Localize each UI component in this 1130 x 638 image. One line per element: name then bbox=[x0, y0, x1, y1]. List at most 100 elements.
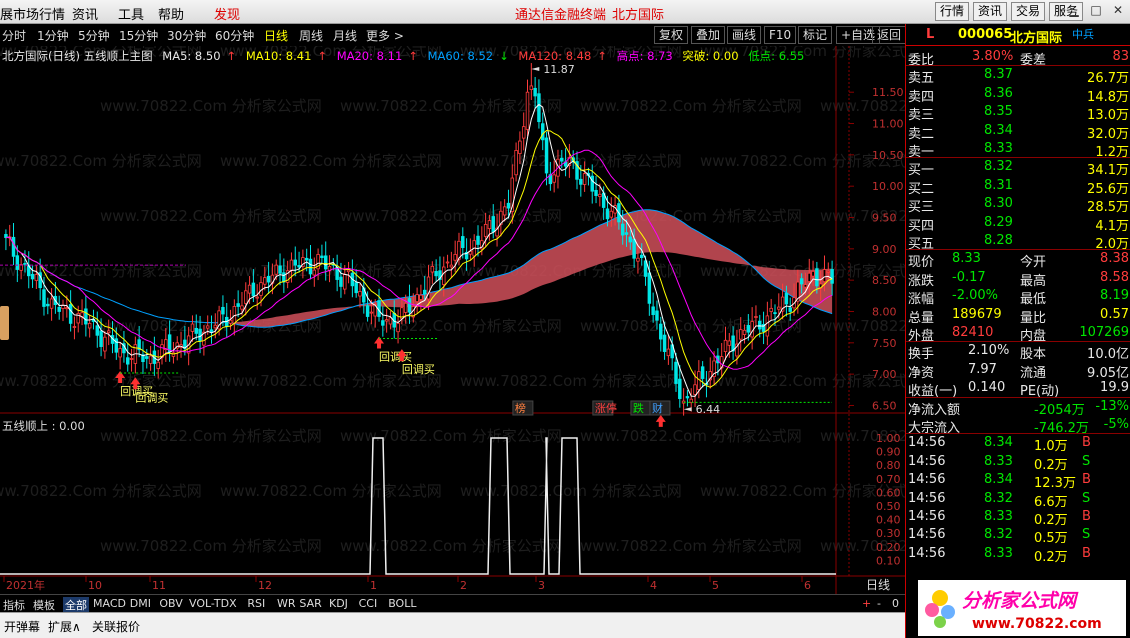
candle-body bbox=[320, 255, 324, 259]
candle-body bbox=[754, 316, 758, 318]
price-tick-label: 10.50 bbox=[872, 149, 904, 162]
candle-body bbox=[773, 312, 777, 315]
event-tag[interactable]: 财 bbox=[652, 401, 663, 415]
minimize-icon[interactable]: ▁ bbox=[1066, 3, 1082, 17]
event-tag[interactable]: 涨停 bbox=[595, 401, 617, 415]
indicator-tab[interactable]: OBV bbox=[159, 597, 182, 610]
indicator-bar: 指标 模板 全部 MACD DMI OBV VOL-TDX RSI WR SAR KDJ CCI BOL… bbox=[0, 594, 905, 613]
btn-mark[interactable]: 标记 bbox=[798, 26, 833, 44]
menu-news[interactable]: 资讯 bbox=[72, 4, 98, 23]
candle-body bbox=[419, 294, 423, 300]
btn-trade[interactable]: 交易 bbox=[1011, 2, 1046, 21]
ask-volume: 14.8万 bbox=[1087, 89, 1129, 105]
sector-tag[interactable]: 中兵 bbox=[1072, 26, 1094, 42]
legend-high: 高点: 8.73 bbox=[616, 49, 673, 63]
close-icon[interactable]: ✕ bbox=[1110, 3, 1126, 17]
candle-body bbox=[815, 268, 819, 287]
candle-body bbox=[68, 304, 73, 324]
zoom-out-button[interactable]: - bbox=[877, 597, 881, 610]
indicator-tab[interactable]: 全部 bbox=[63, 597, 89, 613]
candle-body bbox=[685, 396, 690, 399]
btn-related-quote[interactable]: 关联报价 bbox=[92, 618, 140, 635]
candle-body bbox=[659, 323, 663, 340]
kline-chart[interactable]: www.70822.Com 分析家公式网 www.70822.Com 分析家公式网… bbox=[0, 42, 1042, 594]
period-daily[interactable]: 日线 bbox=[264, 27, 288, 44]
indicator-tab[interactable]: DMI bbox=[130, 597, 151, 610]
maximize-icon[interactable]: □ bbox=[1088, 3, 1104, 17]
period-30min[interactable]: 30分钟 bbox=[167, 27, 206, 44]
indicator-tab[interactable]: RSI bbox=[247, 597, 265, 610]
bid-label: 买二 bbox=[908, 181, 935, 197]
quote-header: L 000065 北方国际 中兵 bbox=[906, 24, 1130, 46]
candle-body bbox=[259, 282, 263, 296]
period-1min[interactable]: 1分钟 bbox=[37, 27, 69, 44]
btn-draw[interactable]: 画线 bbox=[727, 26, 762, 44]
indicator-tab[interactable]: MACD bbox=[93, 597, 126, 610]
candle-body bbox=[278, 265, 282, 274]
candle-body bbox=[491, 216, 495, 233]
tick-price: 8.34 bbox=[984, 435, 1013, 451]
btn-info[interactable]: 资讯 bbox=[973, 2, 1008, 21]
btn-expand[interactable]: 扩展∧ bbox=[48, 618, 81, 635]
candle-body bbox=[255, 296, 259, 299]
menu-discover[interactable]: 发现 bbox=[214, 4, 240, 23]
indicator-tab[interactable]: 模板 bbox=[33, 597, 55, 613]
indicator-tab[interactable]: 指标 bbox=[3, 597, 25, 613]
stat-row: 净资 7.97 流通 9.05亿 bbox=[906, 361, 1130, 381]
indicator-tab[interactable]: KDJ bbox=[329, 597, 348, 610]
tick-row: 14:56 8.33 0.2万 S bbox=[906, 453, 1130, 473]
candle-body bbox=[236, 303, 240, 307]
indicator-tab[interactable]: BOLL bbox=[388, 597, 416, 610]
btn-overlay[interactable]: 叠加 bbox=[691, 26, 726, 44]
period-60min[interactable]: 60分钟 bbox=[215, 27, 254, 44]
period-5min[interactable]: 5分钟 bbox=[78, 27, 110, 44]
candle-body bbox=[666, 348, 671, 357]
period-15min[interactable]: 15分钟 bbox=[119, 27, 158, 44]
btn-danmaku[interactable]: 开弹幕 bbox=[4, 618, 40, 635]
candle-body bbox=[662, 334, 667, 352]
peak-marker-icon bbox=[531, 67, 540, 72]
period-weekly[interactable]: 周线 bbox=[299, 27, 323, 44]
period-fenshi[interactable]: 分时 bbox=[2, 27, 26, 44]
indicator-tab[interactable]: SAR bbox=[299, 597, 321, 610]
status-bar: 开弹幕 扩展∧ 关联报价 bbox=[0, 612, 905, 638]
candle-body bbox=[415, 294, 419, 302]
tick-volume: 12.3万 bbox=[1034, 476, 1076, 492]
zoom-reset-button[interactable]: 0 bbox=[892, 597, 899, 610]
tick-row: 14:56 8.34 1.0万 B bbox=[906, 434, 1130, 454]
stat-label: 最高 bbox=[1020, 273, 1047, 289]
candle-body bbox=[129, 358, 134, 360]
bid-label: 买一 bbox=[908, 163, 935, 179]
candle-body bbox=[533, 87, 537, 97]
event-tag[interactable]: 榜 bbox=[515, 401, 526, 415]
candle-body bbox=[30, 273, 35, 280]
candle-body bbox=[266, 275, 271, 283]
main-legend: 北方国际(日线) 五线顺上主图 MA5: 8.50 ↑ MA10: 8.41 ↑ M… bbox=[2, 48, 810, 64]
tick-time: 14:56 bbox=[908, 527, 946, 543]
price-tick-label: 8.50 bbox=[872, 274, 897, 287]
menu-tools[interactable]: 工具 bbox=[118, 4, 144, 23]
sub-tick-label: 0.90 bbox=[876, 446, 901, 459]
candle-body bbox=[384, 319, 389, 322]
btn-fuquan[interactable]: 复权 bbox=[654, 26, 689, 44]
chart-canvas[interactable]: www.70822.Com 分析家公式网 www.70822.Com 分析家公式网… bbox=[0, 42, 1042, 594]
period-more[interactable]: 更多 > bbox=[366, 27, 404, 44]
period-label[interactable]: 日线 bbox=[866, 578, 890, 592]
left-collapse-handle[interactable] bbox=[0, 306, 9, 340]
period-monthly[interactable]: 月线 bbox=[333, 27, 357, 44]
btn-back[interactable]: 返回 bbox=[872, 26, 907, 44]
watermark-text: www.70822.Com 分析家公式网 bbox=[340, 537, 562, 555]
indicator-tab[interactable]: CCI bbox=[359, 597, 378, 610]
stat-value: 9.05亿 bbox=[1087, 365, 1129, 381]
indicator-tab[interactable]: WR bbox=[277, 597, 296, 610]
indicator-tab[interactable]: VOL-TDX bbox=[189, 597, 237, 610]
sub-tick-label: 0.30 bbox=[876, 527, 901, 540]
event-tag[interactable]: 跌 bbox=[633, 401, 644, 415]
tick-direction: S bbox=[1082, 490, 1091, 506]
btn-f10[interactable]: F10 bbox=[764, 26, 797, 44]
btn-quote[interactable]: 行情 bbox=[935, 2, 970, 21]
menu-help[interactable]: 帮助 bbox=[158, 4, 184, 23]
watermark-text: www.70822.Com 分析家公式网 bbox=[100, 537, 322, 555]
menu-market[interactable]: 展市场行情 bbox=[0, 4, 65, 23]
zoom-in-button[interactable]: + bbox=[862, 597, 871, 610]
